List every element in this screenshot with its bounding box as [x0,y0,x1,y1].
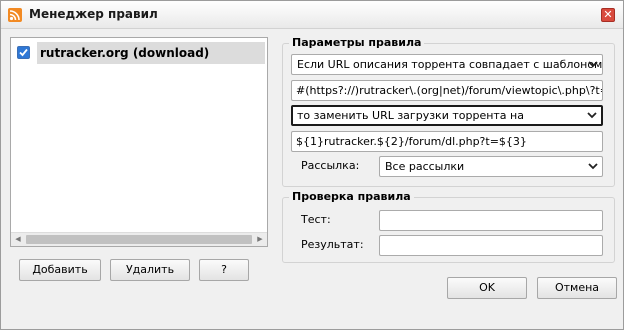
cancel-button[interactable]: Отмена [537,277,617,299]
replacement-input-value: ${1}rutracker.${2}/forum/dl.php?t=${3} [296,135,527,148]
rules-list[interactable]: rutracker.org (download) ◀ ▶ [10,37,268,247]
mailing-select-value: Все рассылки [385,160,465,173]
window-title: Менеджер правил [29,7,158,21]
scroll-left-icon[interactable]: ◀ [11,233,25,246]
result-input[interactable] [379,235,603,256]
rule-parameters-title: Параметры правила [289,36,425,49]
title-bar: Менеджер правил ✕ [1,1,623,29]
scroll-right-icon[interactable]: ▶ [253,233,267,246]
test-input[interactable] [379,210,603,231]
replacement-input[interactable]: ${1}rutracker.${2}/forum/dl.php?t=${3} [291,131,603,152]
condition-select-value: Если URL описания торрента совпадает с ш… [297,58,603,71]
rss-icon [8,8,22,22]
chevron-down-icon [587,112,597,119]
test-label: Тест: [301,213,331,226]
pattern-input-value: #(https?://)rutracker\.(org|net)/forum/v… [296,84,602,97]
rule-label[interactable]: rutracker.org (download) [37,42,265,64]
chevron-down-icon [588,61,598,68]
rule-check-title: Проверка правила [289,190,414,203]
action-select[interactable]: то заменить URL загрузки торрента на [291,105,603,126]
add-rule-button[interactable]: Добавить [19,259,101,281]
chevron-down-icon [588,163,598,170]
condition-select[interactable]: Если URL описания торрента совпадает с ш… [291,54,603,75]
close-icon[interactable]: ✕ [601,8,615,22]
rule-manager-window: Менеджер правил ✕ rutracker.org (downloa… [0,0,624,330]
horizontal-scrollbar[interactable]: ◀ ▶ [11,232,267,246]
action-select-value: то заменить URL загрузки торрента на [297,109,524,122]
mailing-select[interactable]: Все рассылки [379,156,603,177]
ok-button[interactable]: OK [447,277,527,299]
help-button[interactable]: ? [199,259,249,281]
rule-enabled-checkbox[interactable] [17,46,30,59]
delete-rule-button[interactable]: Удалить [110,259,190,281]
result-label: Результат: [301,238,364,251]
checkmark-icon [19,48,28,57]
pattern-input[interactable]: #(https?://)rutracker\.(org|net)/forum/v… [291,80,603,101]
mailing-label: Рассылка: [301,159,360,172]
scroll-thumb[interactable] [26,235,252,244]
list-item[interactable]: rutracker.org (download) [15,42,265,64]
